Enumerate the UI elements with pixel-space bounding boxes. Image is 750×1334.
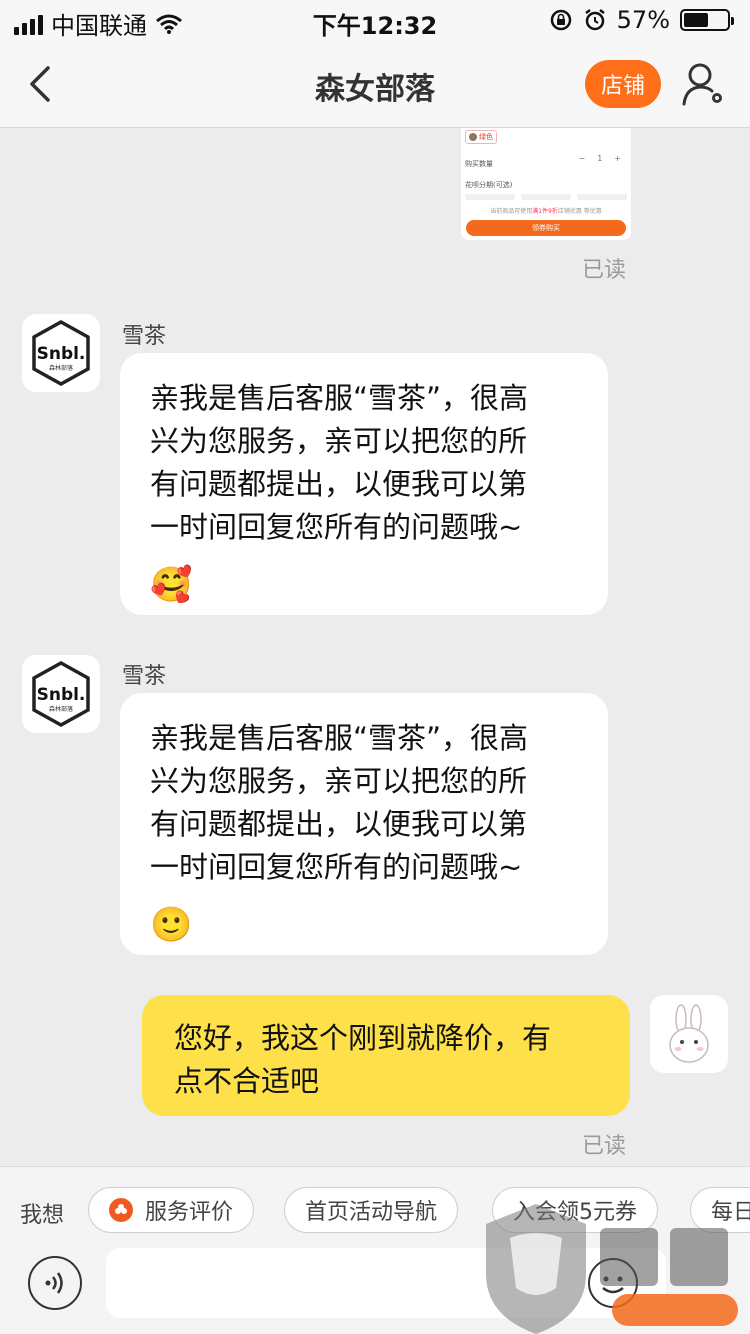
battery-icon <box>680 9 734 31</box>
chip-label: 服务评价 <box>145 1200 234 1225</box>
quick-reply-member-coupon[interactable]: 入会领5元券 <box>492 1187 658 1233</box>
smiling-hugging-emoji-icon: 🥰 <box>150 565 193 605</box>
quantity-stepper: − 1 + <box>579 154 622 163</box>
quantity-label: 购买数量 <box>465 160 493 168</box>
quantity-value: 1 <box>597 154 603 163</box>
battery-fill <box>684 13 708 27</box>
store-button[interactable]: 店铺 <box>585 60 661 108</box>
shop-logo-icon: Snbl. 森林部落 <box>32 319 90 387</box>
installment-label: 花呗分期(可选) <box>465 181 513 189</box>
promo-highlight: 满1件9折 <box>532 208 558 215</box>
message-bubble[interactable]: 亲我是售后客服“雪茶”，很高 兴为您服务，亲可以把您的所 有问题都提出，以便我可… <box>120 353 608 615</box>
promo-text: 当前商品可使用满1件9折店铺优惠 等优惠 <box>461 206 631 215</box>
message-bubble[interactable]: 亲我是售后客服“雪茶”，很高 兴为您服务，亲可以把您的所 有问题都提出，以便我可… <box>120 693 608 955</box>
installment-option <box>465 194 515 200</box>
voice-icon <box>45 1272 63 1294</box>
message-input[interactable] <box>106 1248 666 1318</box>
rotation-lock-icon <box>550 9 571 31</box>
wifi-icon <box>156 14 182 34</box>
nav-bar: 森女部落 店铺 <box>0 42 750 128</box>
message-text: 亲我是售后客服“雪茶”，很高 兴为您服务，亲可以把您的所 有问题都提出，以便我可… <box>150 721 529 884</box>
avatar[interactable]: Snbl. 森林部落 <box>22 314 100 392</box>
product-card[interactable]: 绿色 购买数量 − 1 + 花呗分期(可选) 当前商品可使用满1件9折店铺优惠 … <box>461 128 631 240</box>
quick-reply-bar: 我想 服务评价 首页活动导航 入会领5元券 每日 <box>0 1166 750 1252</box>
chip-label: 首页活动导航 <box>305 1200 438 1225</box>
message-text: 亲我是售后客服“雪茶”，很高 兴为您服务，亲可以把您的所 有问题都提出，以便我可… <box>150 381 529 544</box>
quick-reply-label: 我想 <box>20 1203 65 1228</box>
plus-icon: + <box>614 154 621 163</box>
svg-text:Snbl.: Snbl. <box>37 344 86 364</box>
variant-chip: 绿色 <box>465 130 497 144</box>
svg-text:Snbl.: Snbl. <box>37 685 86 705</box>
installment-option <box>521 194 571 200</box>
alarm-icon <box>584 9 605 31</box>
smiling-face-emoji-icon: 🙂 <box>150 905 193 945</box>
installment-options <box>465 194 627 200</box>
variant-thumb-icon <box>469 133 477 141</box>
back-icon[interactable] <box>20 62 64 106</box>
avatar[interactable]: Snbl. 森林部落 <box>22 655 100 733</box>
quick-reply-daily[interactable]: 每日 <box>690 1187 750 1233</box>
installment-option <box>577 194 627 200</box>
user-settings-icon[interactable] <box>680 60 728 108</box>
quick-reply-service-rating[interactable]: 服务评价 <box>88 1187 255 1233</box>
message-text: 您好，我这个刚到就降价，有 点不合适吧 <box>174 1021 552 1098</box>
buy-button: 领券购买 <box>466 220 626 236</box>
read-receipt: 已读 <box>582 258 627 283</box>
sender-name: 雪茶 <box>122 664 167 689</box>
quick-reply-activity-nav[interactable]: 首页活动导航 <box>284 1187 459 1233</box>
chip-label: 入会领5元券 <box>513 1200 637 1225</box>
carrier-label: 中国联通 <box>51 12 147 40</box>
minus-icon: − <box>578 154 586 163</box>
variant-chip-label: 绿色 <box>479 133 493 141</box>
promo-prefix: 当前商品可使用 <box>490 208 533 215</box>
sender-name: 雪茶 <box>122 324 167 349</box>
my-avatar[interactable] <box>650 995 728 1073</box>
battery-percent: 57% <box>616 6 670 34</box>
promo-suffix: 店铺优惠 等优惠 <box>557 208 602 215</box>
status-bar: 中国联通 下午12:32 57% <box>0 0 750 42</box>
emoji-button[interactable] <box>588 1258 638 1308</box>
voice-input-button[interactable] <box>28 1256 82 1310</box>
shop-logo-icon: Snbl. 森林部落 <box>32 660 90 728</box>
flower-icon <box>109 1198 133 1222</box>
emoji-face-icon <box>602 1276 624 1294</box>
chip-label: 每日 <box>711 1200 750 1225</box>
svg-text:森林部落: 森林部落 <box>49 364 73 372</box>
signal-icon <box>14 13 43 35</box>
read-receipt: 已读 <box>582 1134 627 1159</box>
my-message-bubble[interactable]: 您好，我这个刚到就降价，有 点不合适吧 <box>142 995 630 1116</box>
rabbit-avatar-icon <box>669 1004 709 1063</box>
input-bar <box>0 1248 750 1334</box>
svg-text:森林部落: 森林部落 <box>49 705 73 713</box>
